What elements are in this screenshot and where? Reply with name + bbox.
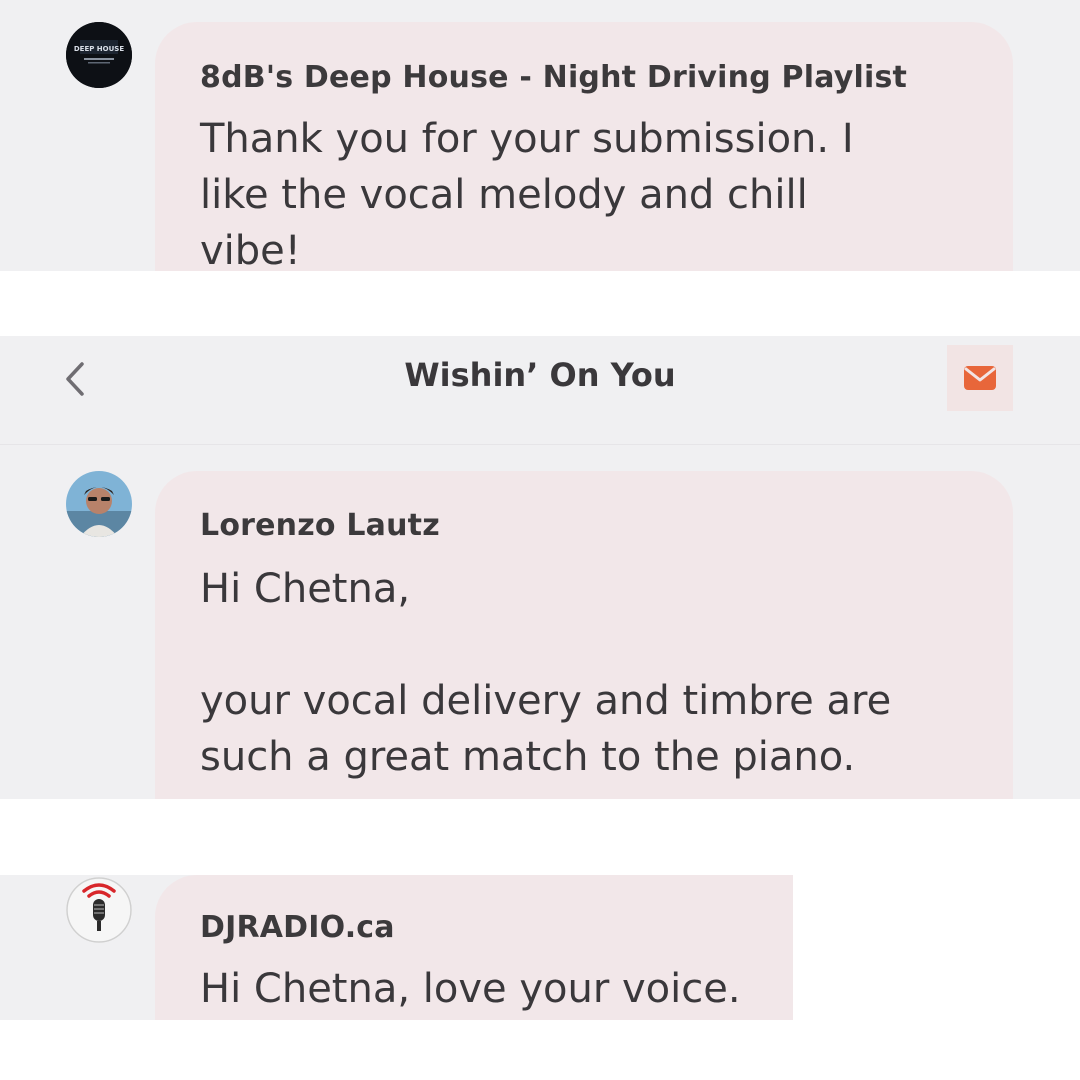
email-button[interactable]: [947, 345, 1013, 411]
microphone-radio-icon: [66, 877, 132, 943]
avatar-logo-text: DEEP HOUSE: [74, 45, 124, 53]
message-text: Hi Chetna, your vocal delivery and timbr…: [200, 566, 892, 780]
sender-name: DJRADIO.ca: [200, 910, 395, 945]
conversation-panel-1: DEEP HOUSE 8dB's Deep House - Night Driv…: [0, 0, 1080, 271]
message-text: Thank you for your submission. I like th…: [200, 116, 854, 271]
deep-house-logo-icon: DEEP HOUSE: [66, 22, 132, 88]
page-title: Wishin’ On You: [404, 356, 676, 394]
conversation-panel-3: DJRADIO.ca Hi Chetna, love your voice.: [0, 875, 793, 1020]
user-photo-avatar: [66, 471, 132, 537]
conversation-panel-2: Wishin’ On You Lorenzo Lautz Hi Chetna, …: [0, 336, 1080, 799]
sender-name: 8dB's Deep House - Night Driving Playlis…: [200, 60, 908, 95]
message-text: Hi Chetna, love your voice.: [200, 966, 741, 1012]
header-divider: [0, 444, 1080, 445]
envelope-icon: [964, 366, 996, 390]
conversation-header: Wishin’ On You: [0, 336, 1080, 444]
sender-name: Lorenzo Lautz: [200, 508, 440, 543]
